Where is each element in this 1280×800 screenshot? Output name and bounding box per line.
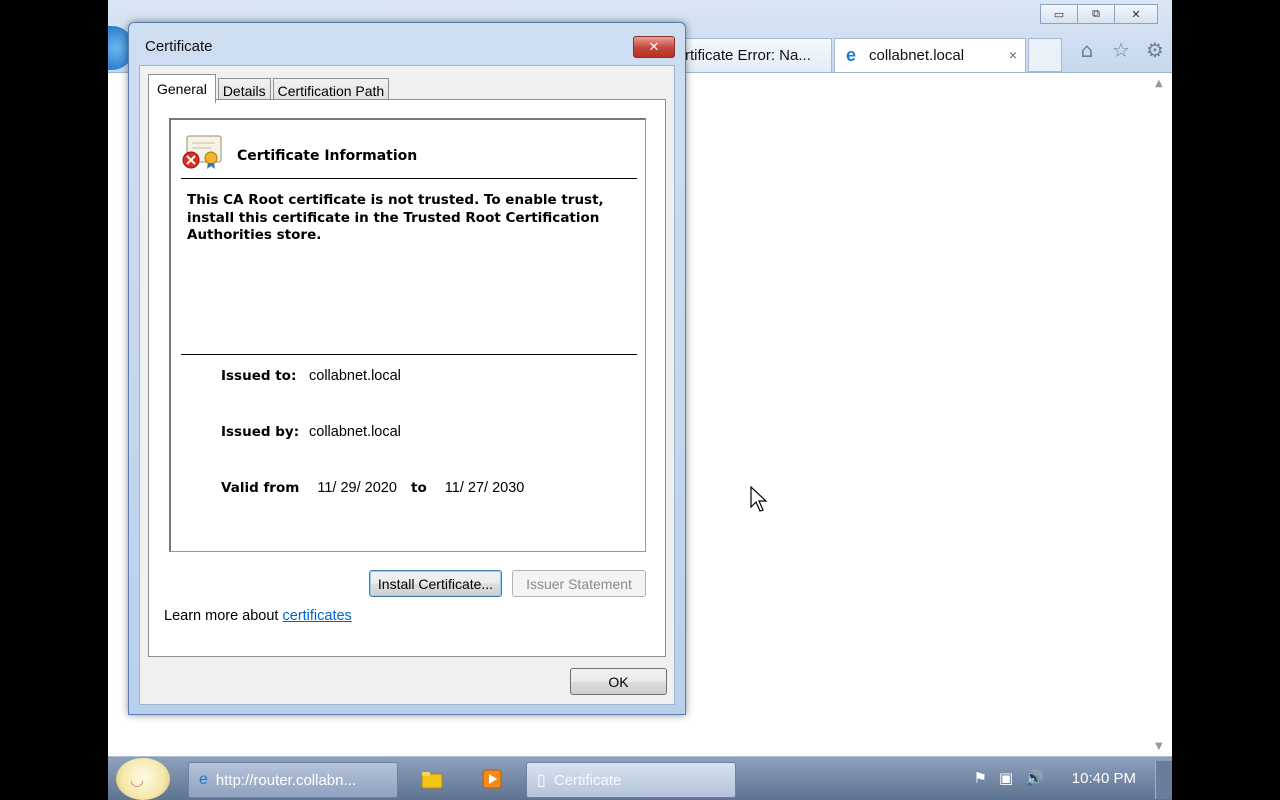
taskbar-button-label: Certificate bbox=[553, 771, 622, 789]
tab-label: rtificate Error: Na... bbox=[685, 47, 811, 64]
tab-label: collabnet.local bbox=[869, 47, 965, 64]
issued-to-field: Issued to: collabnet.local bbox=[221, 368, 401, 384]
start-orb-icon: ◡ bbox=[130, 770, 144, 789]
taskbar-ie-button[interactable]: e http://router.collabn... bbox=[188, 762, 398, 798]
certificate-dialog: Certificate ✕ General Details Certificat… bbox=[128, 22, 686, 715]
tab-general[interactable]: General bbox=[148, 74, 216, 103]
issued-by-value: collabnet.local bbox=[309, 424, 401, 440]
system-tray: ⚑ ▣ 🔊 10:40 PM bbox=[973, 769, 1136, 787]
close-window-button[interactable]: ✕ bbox=[1114, 4, 1158, 24]
close-icon[interactable]: ✕ bbox=[633, 36, 675, 58]
dialog-body: General Details Certification Path Certi… bbox=[139, 65, 675, 705]
valid-to-value: 11/ 27/ 2030 bbox=[444, 480, 525, 496]
gear-icon[interactable]: ⚙ bbox=[1142, 38, 1168, 62]
page-scrollbar[interactable]: ▲ ▼ bbox=[1150, 74, 1172, 754]
home-icon[interactable]: ⌂ bbox=[1074, 38, 1100, 62]
start-button[interactable]: ◡ bbox=[116, 758, 170, 800]
issuer-statement-button[interactable]: Issuer Statement bbox=[512, 570, 646, 597]
action-center-icon[interactable]: ⚑ bbox=[973, 769, 986, 787]
certificate-info-title: Certificate Information bbox=[237, 148, 418, 164]
favorites-icon[interactable]: ☆ bbox=[1108, 38, 1134, 62]
general-tab-panel: Certificate Information This CA Root cer… bbox=[148, 99, 666, 657]
restore-button[interactable]: ⧉ bbox=[1077, 4, 1115, 24]
valid-to-label: to bbox=[411, 480, 427, 496]
clock[interactable]: 10:40 PM bbox=[1072, 770, 1136, 787]
valid-from-label: Valid from bbox=[221, 480, 300, 496]
install-certificate-button[interactable]: Install Certificate... bbox=[369, 570, 502, 597]
scroll-down-icon[interactable]: ▼ bbox=[1155, 741, 1163, 752]
network-icon[interactable]: ▣ bbox=[999, 769, 1013, 787]
taskbar: ◡ e http://router.collabn... ▯ Certifica… bbox=[108, 756, 1172, 800]
issued-to-label: Issued to: bbox=[221, 368, 297, 384]
ie-icon: e bbox=[199, 771, 208, 788]
dialog-title: Certificate bbox=[145, 38, 213, 55]
mouse-cursor-icon bbox=[750, 486, 768, 512]
issued-by-label: Issued by: bbox=[221, 424, 300, 440]
folder-icon[interactable] bbox=[420, 767, 444, 791]
minimize-button[interactable]: ▭ bbox=[1040, 4, 1078, 24]
toolbar-icons: ⌂ ☆ ⚙ bbox=[1074, 38, 1168, 62]
window-controls: ▭ ⧉ ✕ bbox=[1040, 4, 1158, 24]
volume-icon[interactable]: 🔊 bbox=[1025, 769, 1044, 787]
taskbar-certificate-button[interactable]: ▯ Certificate bbox=[526, 762, 736, 798]
learn-more-prefix: Learn more about bbox=[164, 608, 283, 624]
validity-field: Valid from 11/ 29/ 2020 to 11/ 27/ 2030 bbox=[221, 480, 524, 496]
ok-button[interactable]: OK bbox=[570, 668, 667, 695]
taskbar-button-label: http://router.collabn... bbox=[215, 771, 356, 789]
certificate-info-box: Certificate Information This CA Root cer… bbox=[169, 118, 646, 552]
divider bbox=[181, 178, 637, 179]
ie-icon: e bbox=[845, 45, 856, 65]
scroll-up-icon[interactable]: ▲ bbox=[1155, 78, 1163, 89]
tab-collabnet[interactable]: e collabnet.local × bbox=[834, 38, 1026, 72]
valid-from-value: 11/ 29/ 2020 bbox=[317, 480, 397, 496]
close-tab-icon[interactable]: × bbox=[1009, 47, 1017, 63]
certificates-link[interactable]: certificates bbox=[283, 608, 352, 624]
learn-more-text: Learn more about certificates bbox=[164, 608, 352, 624]
document-icon: ▯ bbox=[537, 772, 546, 789]
issued-to-value: collabnet.local bbox=[309, 368, 401, 384]
new-tab-button[interactable] bbox=[1028, 38, 1062, 72]
divider bbox=[181, 354, 637, 355]
certificate-error-icon bbox=[182, 135, 222, 169]
issued-by-field: Issued by: collabnet.local bbox=[221, 424, 401, 440]
show-desktop-button[interactable] bbox=[1155, 761, 1172, 799]
tab-certificate-error[interactable]: rtificate Error: Na... bbox=[682, 38, 832, 72]
media-player-icon[interactable] bbox=[480, 767, 504, 791]
trust-warning-text: This CA Root certificate is not trusted.… bbox=[187, 192, 604, 243]
dialog-tabs: General Details Certification Path bbox=[148, 74, 391, 103]
